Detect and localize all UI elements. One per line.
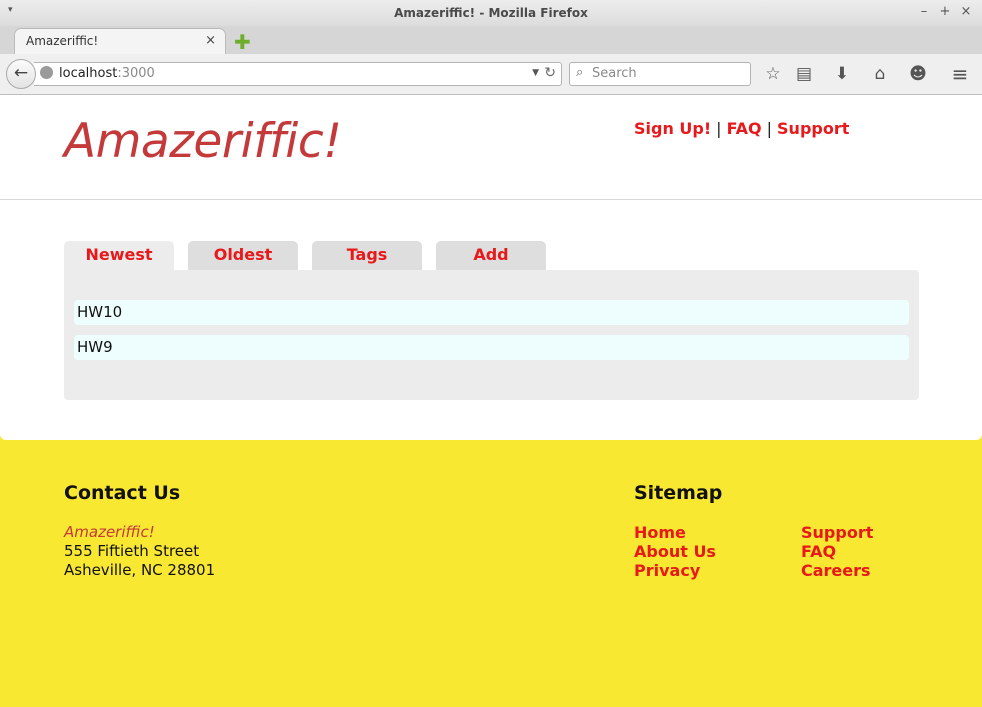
- support-link[interactable]: Support: [777, 119, 849, 138]
- search-bar[interactable]: ⌕: [569, 62, 751, 86]
- sitemap-column-1: Home About Us Privacy: [634, 523, 716, 580]
- nav-separator: |: [766, 119, 773, 138]
- url-bar[interactable]: localhost:3000 ▼ ↻: [34, 62, 562, 86]
- tab-tags[interactable]: Tags: [312, 241, 422, 270]
- tab-strip: Amazeriffic! ×: [0, 26, 982, 54]
- sitemap-home-link[interactable]: Home: [634, 523, 716, 542]
- sitemap-about-link[interactable]: About Us: [634, 542, 716, 561]
- url-port: :3000: [117, 66, 155, 81]
- contact-heading: Contact Us: [64, 482, 181, 504]
- browser-tab-title: Amazeriffic!: [26, 34, 99, 48]
- sitemap-careers-link[interactable]: Careers: [801, 561, 873, 580]
- new-tab-icon[interactable]: ✚: [234, 30, 251, 54]
- browser-tab[interactable]: Amazeriffic! ×: [14, 28, 226, 54]
- list-item: HW10: [74, 300, 909, 325]
- back-arrow-icon: ←: [13, 63, 29, 83]
- sitemap-column-2: Support FAQ Careers: [801, 523, 873, 580]
- bookmark-star-icon[interactable]: ☆: [762, 64, 784, 84]
- tab-close-icon[interactable]: ×: [205, 33, 216, 48]
- top-nav: Sign Up! | FAQ | Support: [634, 119, 849, 138]
- page-viewport: Amazeriffic! Sign Up! | FAQ | Support Newest…: [0, 95, 982, 707]
- back-button[interactable]: ←: [6, 59, 36, 89]
- faq-link[interactable]: FAQ: [727, 119, 762, 138]
- address-line-2: Asheville, NC 28801: [64, 561, 216, 579]
- nav-separator: |: [716, 119, 722, 138]
- contact-brand: Amazeriffic!: [64, 523, 155, 541]
- tab-newest[interactable]: Newest: [64, 241, 174, 270]
- contact-address: Amazeriffic! 555 Fiftieth Street Ashevil…: [64, 523, 215, 580]
- sitemap-support-link[interactable]: Support: [801, 523, 873, 542]
- tab-content-panel: HW10 HW9: [64, 270, 919, 400]
- sitemap-heading: Sitemap: [634, 482, 723, 504]
- minimize-icon[interactable]: –: [916, 4, 932, 19]
- sitemap-privacy-link[interactable]: Privacy: [634, 561, 716, 580]
- window-titlebar: ▾ Amazeriffic! - Mozilla Firefox – + ×: [0, 0, 982, 27]
- globe-icon: [40, 66, 53, 79]
- window-title: Amazeriffic! - Mozilla Firefox: [394, 6, 588, 20]
- reading-list-icon[interactable]: ▤: [793, 64, 815, 84]
- tab-add[interactable]: Add: [436, 241, 546, 270]
- navigation-toolbar: localhost:3000 ▼ ↻ ← ⌕ ☆ ▤ ⬇ ⌂ ☻ ≡: [0, 54, 982, 95]
- chat-icon[interactable]: ☻: [907, 64, 929, 84]
- site-logo: Amazeriffic!: [64, 114, 342, 169]
- download-icon[interactable]: ⬇: [831, 64, 853, 84]
- reload-icon[interactable]: ↻: [544, 65, 556, 81]
- site-footer: Contact Us Amazeriffic! 555 Fiftieth Str…: [0, 440, 982, 707]
- site-header: Amazeriffic! Sign Up! | FAQ | Support: [0, 95, 982, 200]
- signup-link[interactable]: Sign Up!: [634, 119, 711, 138]
- url-host: localhost: [59, 66, 118, 81]
- url-text[interactable]: localhost:3000: [59, 66, 155, 81]
- tab-oldest[interactable]: Oldest: [188, 241, 298, 270]
- menu-icon[interactable]: ≡: [949, 62, 971, 86]
- url-dropdown-icon[interactable]: ▼: [532, 68, 539, 78]
- main-content: Newest Oldest Tags Add HW10 HW9: [0, 200, 982, 440]
- address-line-1: 555 Fiftieth Street: [64, 542, 200, 560]
- close-window-icon[interactable]: ×: [958, 4, 974, 19]
- search-input[interactable]: [592, 66, 742, 81]
- maximize-icon[interactable]: +: [937, 4, 953, 19]
- list-item: HW9: [74, 335, 909, 360]
- home-icon[interactable]: ⌂: [869, 64, 891, 84]
- sitemap-faq-link[interactable]: FAQ: [801, 542, 873, 561]
- search-icon: ⌕: [576, 65, 584, 80]
